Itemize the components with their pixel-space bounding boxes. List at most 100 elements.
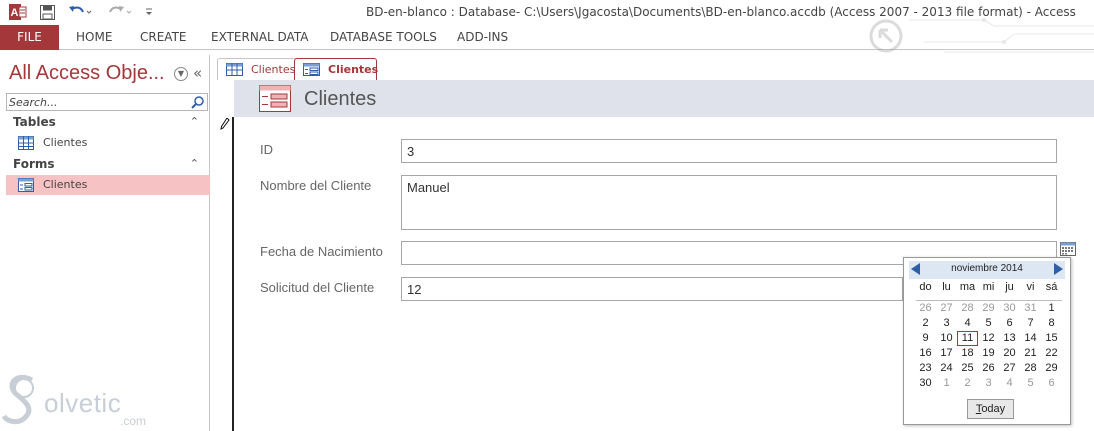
calendar-week-row: 23 24 25 26 27 28 29	[915, 361, 1063, 376]
nav-item-form-clientes[interactable]: Clientes	[6, 175, 210, 195]
ribbon-decoration	[869, 18, 1094, 53]
tab-home[interactable]: HOME	[76, 25, 112, 50]
tab-external-data[interactable]: EXTERNAL DATA	[211, 25, 308, 50]
doc-tab-table-clientes[interactable]: Clientes	[217, 58, 297, 80]
calendar-day[interactable]: 25	[957, 361, 978, 376]
calendar-day[interactable]: 20	[999, 346, 1020, 361]
record-selector[interactable]	[211, 117, 234, 431]
tab-database-tools[interactable]: DATABASE TOOLS	[330, 25, 437, 50]
solvetic-watermark: olvetic .com	[1, 372, 162, 430]
tab-file[interactable]: FILE	[0, 25, 59, 50]
next-month-arrow-icon[interactable]	[1054, 263, 1063, 275]
collapse-pane-icon[interactable]: «	[193, 64, 202, 82]
calendar-day[interactable]: 6	[999, 316, 1020, 331]
calendar-day[interactable]: 8	[1041, 316, 1062, 331]
pencil-edit-icon	[220, 118, 230, 130]
calendar-day[interactable]: 27	[936, 301, 957, 316]
customize-qat-icon[interactable]	[143, 3, 155, 21]
calendar-day[interactable]: 5	[978, 316, 999, 331]
doc-tab-form-clientes[interactable]: Clientes	[294, 58, 378, 80]
calendar-day[interactable]: 26	[915, 301, 936, 316]
tab-create[interactable]: CREATE	[140, 25, 187, 50]
calendar-day[interactable]: 1	[936, 376, 957, 391]
nav-item-label: Clientes	[43, 136, 88, 149]
search-icon[interactable]	[191, 95, 205, 109]
nav-item-label: Clientes	[43, 178, 88, 191]
svg-text:A: A	[11, 7, 19, 19]
weekday-header-row: do lu ma mi ju vi sá	[915, 280, 1063, 295]
today-button[interactable]: Today	[967, 399, 1014, 419]
calendar-day[interactable]: 29	[978, 301, 999, 316]
date-picker-month-label[interactable]: noviembre 2014	[909, 263, 1065, 274]
date-picker-header: noviembre 2014	[909, 261, 1065, 279]
calendar-day[interactable]: 28	[957, 301, 978, 316]
calendar-day[interactable]: 9	[915, 331, 936, 346]
chevron-up-icon[interactable]: ⌃	[190, 115, 199, 128]
nav-menu-dropdown-icon[interactable]: ▼	[174, 67, 188, 81]
calendar-day[interactable]: 12	[978, 331, 999, 346]
search-input[interactable]	[7, 94, 185, 110]
calendar-day-today[interactable]: 11	[957, 331, 978, 346]
calendar-week-row: 2345678	[915, 316, 1063, 331]
calendar-day[interactable]: 31	[1020, 301, 1041, 316]
form-icon	[303, 63, 320, 76]
calendar-day[interactable]: 10	[936, 331, 957, 346]
calendar-day[interactable]: 17	[936, 346, 957, 361]
calendar-day[interactable]: 29	[1041, 361, 1062, 376]
form-header: Clientes	[234, 80, 1094, 117]
calendar-day[interactable]: 23	[915, 361, 936, 376]
nav-group-forms[interactable]: Forms ⌃	[13, 157, 203, 171]
watermark-text: olvetic	[44, 388, 122, 418]
weekday-label: mi	[982, 281, 995, 293]
calendar-day[interactable]: 16	[915, 346, 936, 361]
weekday-label: vi	[1026, 281, 1035, 293]
calendar-day[interactable]: 15	[1041, 331, 1062, 346]
save-icon[interactable]	[38, 3, 56, 21]
calendar-day[interactable]: 7	[1020, 316, 1041, 331]
nombre-del-cliente-field[interactable]: Manuel	[401, 175, 1057, 230]
calendar-day[interactable]: 13	[999, 331, 1020, 346]
calendar-day[interactable]: 19	[978, 346, 999, 361]
redo-icon[interactable]	[106, 3, 134, 21]
calendar-day[interactable]: 3	[936, 316, 957, 331]
nav-group-tables[interactable]: Tables ⌃	[13, 115, 203, 129]
calendar-day[interactable]: 2	[957, 376, 978, 391]
calendar-day[interactable]: 4	[957, 316, 978, 331]
calendar-day[interactable]: 22	[1041, 346, 1062, 361]
label-fecha-de-nacimiento: Fecha de Nacimiento	[260, 244, 383, 259]
solvetic-logo-icon	[1, 374, 34, 425]
group-label: Forms	[13, 157, 55, 171]
weekday-label: do	[919, 281, 932, 293]
chevron-up-icon[interactable]: ⌃	[190, 157, 199, 170]
calendar-day[interactable]: 30	[915, 376, 936, 391]
calendar-day[interactable]: 2	[915, 316, 936, 331]
calendar-day[interactable]: 6	[1041, 376, 1062, 391]
calendar-day[interactable]: 3	[978, 376, 999, 391]
solicitud-del-cliente-field[interactable]: 12	[401, 277, 903, 301]
weekday-label: ju	[1005, 281, 1014, 293]
calendar-day[interactable]: 4	[999, 376, 1020, 391]
access-app-icon[interactable]: A	[8, 3, 28, 21]
calendar-day[interactable]: 26	[978, 361, 999, 376]
calendar-week-row: 30 1 2 3 4 5 6	[915, 376, 1063, 391]
calendar-day[interactable]: 14	[1020, 331, 1041, 346]
calendar-day[interactable]: 28	[1020, 361, 1041, 376]
calendar-day[interactable]: 1	[1041, 301, 1062, 316]
label-id: ID	[260, 142, 273, 157]
calendar-day[interactable]: 27	[999, 361, 1020, 376]
id-field[interactable]: 3	[401, 139, 1057, 163]
calendar-icon[interactable]	[1060, 241, 1076, 256]
calendar-day[interactable]: 18	[957, 346, 978, 361]
tab-add-ins[interactable]: ADD-INS	[457, 25, 508, 50]
nav-pane-title[interactable]: All Access Obje...	[9, 62, 165, 85]
date-picker-popup: noviembre 2014 do lu ma mi ju vi sá 26 27 28 29 30 3…	[903, 257, 1071, 425]
calendar-day[interactable]: 21	[1020, 346, 1041, 361]
calendar-day[interactable]: 30	[999, 301, 1020, 316]
undo-icon[interactable]	[66, 3, 94, 21]
label-solicitud-del-cliente: Solicitud del Cliente	[260, 280, 375, 295]
document-tabs: Clientes Clientes	[211, 55, 1094, 80]
nav-item-table-clientes[interactable]: Clientes	[6, 133, 210, 153]
calendar-day[interactable]: 24	[936, 361, 957, 376]
calendar-day[interactable]: 5	[1020, 376, 1041, 391]
table-icon	[226, 63, 243, 76]
